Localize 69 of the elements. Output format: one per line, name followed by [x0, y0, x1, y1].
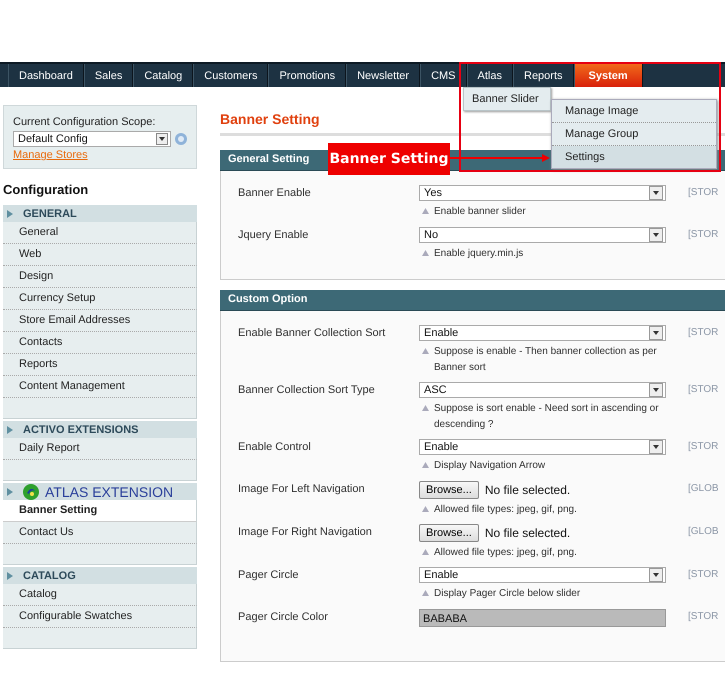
- field-hint: Display Pager Circle below slider: [434, 587, 580, 601]
- select-field[interactable]: Yes: [419, 185, 666, 201]
- field-label: Enable Control: [238, 440, 312, 453]
- nav-tab[interactable]: Dashboard: [8, 64, 84, 87]
- scope-label: [STOR: [688, 186, 718, 198]
- field-label: Image For Right Navigation: [238, 525, 373, 538]
- nav-tab[interactable]: System: [574, 64, 643, 87]
- scope-label: [STOR: [688, 440, 718, 452]
- browse-button[interactable]: Browse...: [419, 524, 479, 542]
- group-header[interactable]: Custom Option: [220, 290, 725, 311]
- sidebar-item[interactable]: Design: [3, 266, 197, 288]
- nav-tab[interactable]: Promotions: [268, 64, 346, 87]
- field-label: Banner Enable: [238, 186, 312, 199]
- sidebar-item[interactable]: Configurable Swatches: [3, 606, 197, 628]
- select-field[interactable]: No: [419, 227, 666, 243]
- menu-item[interactable]: Settings: [552, 146, 716, 168]
- sidebar-item[interactable]: Contact Us: [3, 522, 197, 544]
- field-hint: Enable banner slider: [434, 205, 526, 219]
- browse-button[interactable]: Browse...: [419, 481, 479, 499]
- scope-select[interactable]: Default Config: [13, 131, 172, 147]
- nav-tab[interactable]: Customers: [193, 64, 268, 87]
- field-hint: Display Navigation Arrow: [434, 459, 546, 473]
- scope-label: [STOR: [688, 383, 718, 395]
- select-field[interactable]: Enable: [419, 439, 666, 455]
- field-hint: Allowed file types: jpeg, gif, png.: [434, 546, 577, 560]
- scope-label: [GLOB: [688, 482, 719, 494]
- sidebar-item[interactable]: Store Email Addresses: [3, 310, 197, 332]
- field-label: Pager Circle Color: [238, 610, 329, 623]
- menu-item[interactable]: Banner Slider: [464, 88, 550, 110]
- select-field[interactable]: Enable: [419, 325, 666, 341]
- sidebar-item[interactable]: Web: [3, 244, 197, 266]
- sidebar-item[interactable]: Content Management: [3, 376, 197, 398]
- file-status: No file selected.: [484, 483, 570, 497]
- nav-tab[interactable]: Sales: [84, 64, 134, 87]
- scope-label: [STOR: [688, 610, 718, 622]
- nav-tab[interactable]: Catalog: [133, 64, 194, 87]
- sidebar-item[interactable]: Daily Report: [3, 438, 197, 460]
- scope-label: Current Configuration Scope:: [13, 116, 156, 128]
- field-hint: Suppose is enable - Then banner collection as per Banner sort: [434, 345, 658, 375]
- scope-label: [STOR: [688, 568, 718, 580]
- sidebar-item[interactable]: Currency Setup: [3, 288, 197, 310]
- field-label: Jquery Enable: [238, 228, 310, 241]
- field-hint: Suppose is sort enable - Need sort in ascending or descending ?: [434, 402, 660, 432]
- sidebar-item[interactable]: Reports: [3, 354, 197, 376]
- sidebar-item[interactable]: Banner Setting: [3, 500, 197, 522]
- sidebar-item[interactable]: Contacts: [3, 332, 197, 354]
- field-label: Banner Collection Sort Type: [238, 383, 376, 396]
- scope-label: [GLOB: [688, 525, 719, 537]
- section-header[interactable]: ATLAS EXTENSION: [3, 483, 197, 500]
- color-field[interactable]: BABABA: [419, 609, 666, 627]
- scope-label: [STOR: [688, 326, 718, 338]
- field-label: Image For Left Navigation: [238, 482, 366, 495]
- section-header[interactable]: CATALOG: [3, 567, 197, 584]
- nav-tab[interactable]: Newsletter: [346, 64, 420, 87]
- select-field[interactable]: Enable: [419, 567, 666, 583]
- field-label: Pager Circle: [238, 568, 300, 581]
- sidebar-item[interactable]: General: [3, 222, 197, 244]
- sidebar-item[interactable]: Catalog: [3, 584, 197, 606]
- field-hint: Enable jquery.min.js: [434, 247, 524, 261]
- section-header[interactable]: GENERAL: [3, 205, 197, 222]
- menu-item[interactable]: Manage Image: [552, 100, 716, 123]
- field-hint: Allowed file types: jpeg, gif, png.: [434, 503, 577, 517]
- file-status: No file selected.: [484, 526, 570, 540]
- scope-label: [STOR: [688, 228, 718, 240]
- field-label: Enable Banner Collection Sort: [238, 326, 386, 339]
- nav-tab[interactable]: CMS: [420, 64, 467, 87]
- callout-tooltip: Banner Setting: [328, 143, 450, 175]
- select-field[interactable]: ASC: [419, 382, 666, 398]
- section-header[interactable]: ACTIVO EXTENSIONS: [3, 421, 197, 438]
